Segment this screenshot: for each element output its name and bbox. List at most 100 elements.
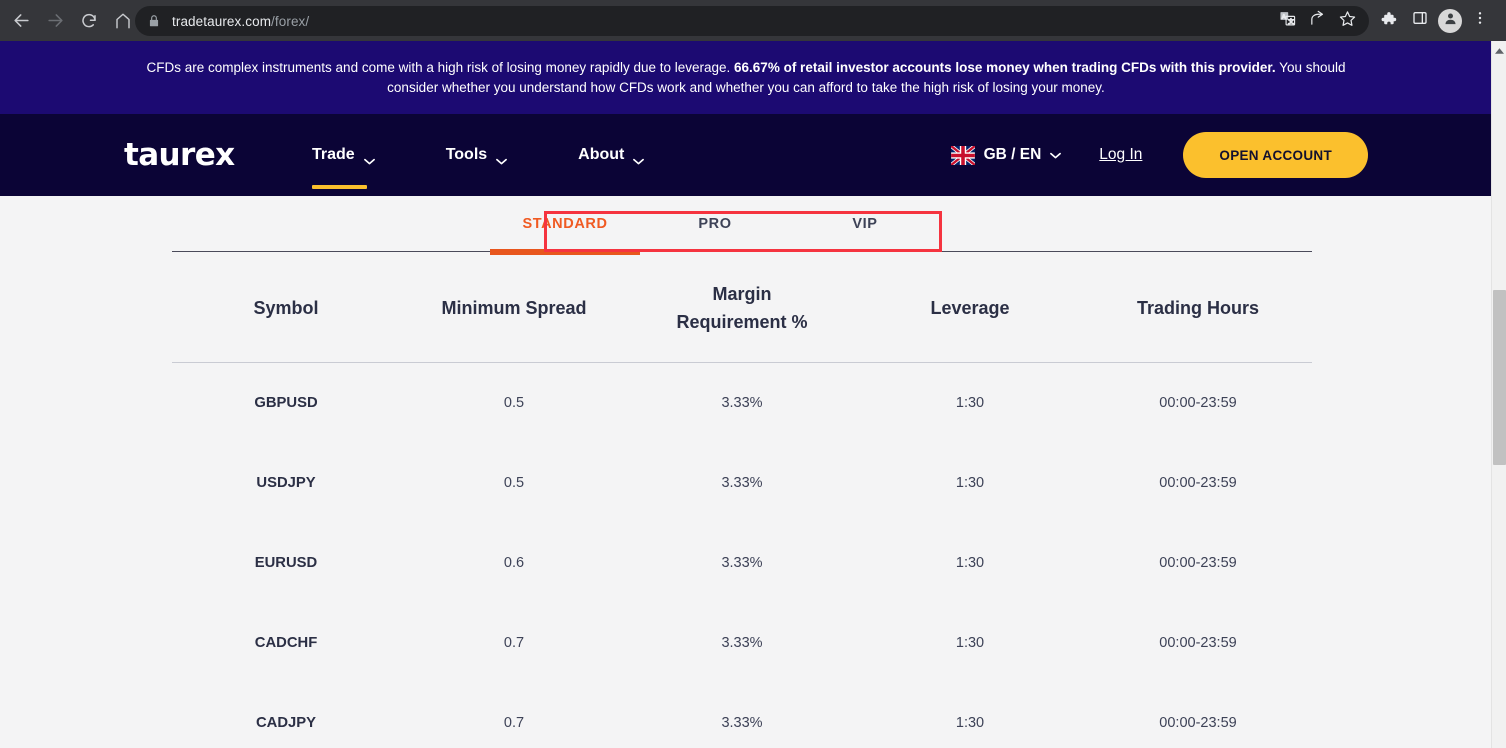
nav-item-tools-label: Tools [445, 146, 488, 163]
svg-text:文: 文 [1288, 17, 1294, 25]
url-domain: tradetaurex.com [172, 13, 272, 29]
cell-min-spread: 0.5 [503, 394, 525, 411]
chevron-down-icon [363, 152, 375, 164]
nav-item-about[interactable]: About [578, 114, 662, 196]
cell-symbol: EURUSD [254, 554, 318, 571]
page-content: STANDARD PRO VIP Symbol Minimum Spread M… [0, 196, 1492, 748]
page-scrollbar[interactable] [1491, 41, 1506, 748]
reload-icon [80, 12, 98, 30]
svg-text:A: A [1281, 15, 1285, 21]
browser-toolbar: tradetaurex.com/forex/ A文 [0, 0, 1506, 41]
forward-button[interactable] [38, 4, 72, 38]
cell-leverage: 1:30 [955, 634, 985, 651]
table-head: Symbol Minimum Spread Margin Requirement … [172, 252, 1312, 363]
site-logo[interactable]: taurex [124, 137, 235, 173]
url-path: /forex/ [271, 13, 310, 29]
col-header-trading-hours: Trading Hours [1084, 252, 1312, 363]
lock-icon [147, 14, 161, 28]
address-bar[interactable]: tradetaurex.com/forex/ A文 [135, 6, 1369, 36]
back-arrow-icon [12, 11, 31, 30]
table-row: CADCHF 0.7 3.33% 1:30 00:00-23:59 [172, 603, 1312, 683]
risk-disclaimer-banner: CFDs are complex instruments and come wi… [0, 41, 1492, 114]
risk-disclaimer-text: CFDs are complex instruments and come wi… [120, 58, 1372, 98]
nav-item-about-label: About [578, 146, 625, 163]
table-header-row: Symbol Minimum Spread Margin Requirement … [172, 252, 1312, 363]
account-tabs-wrap: STANDARD PRO VIP [0, 196, 1492, 255]
cell-leverage: 1:30 [955, 394, 985, 411]
browser-toolbar-right [1374, 0, 1494, 41]
tab-pro[interactable]: PRO [640, 196, 790, 252]
translate-icon: A文 [1279, 10, 1296, 32]
back-button[interactable] [4, 4, 38, 38]
cell-min-spread: 0.5 [503, 474, 525, 491]
url-text: tradetaurex.com/forex/ [172, 14, 309, 29]
cell-trading-hours: 00:00-23:59 [1159, 554, 1237, 571]
cell-min-spread: 0.7 [503, 714, 525, 731]
profile-button[interactable] [1438, 8, 1462, 33]
bookmark-star-icon [1339, 10, 1356, 32]
forward-arrow-icon [46, 11, 65, 30]
chevron-down-icon [496, 152, 508, 164]
side-panel-button[interactable] [1406, 7, 1434, 35]
cell-symbol: GBPUSD [254, 394, 318, 411]
risk-text-part1: CFDs are complex instruments and come wi… [146, 59, 735, 75]
cell-leverage: 1:30 [955, 554, 985, 571]
col-header-margin-requirement: Margin Requirement % [628, 252, 856, 363]
nav-item-tools[interactable]: Tools [446, 114, 525, 196]
uk-flag-icon [949, 143, 976, 167]
extensions-puzzle-icon [1380, 10, 1397, 32]
table-row: CADJPY 0.7 3.33% 1:30 00:00-23:59 [172, 683, 1312, 748]
cell-trading-hours: 00:00-23:59 [1159, 394, 1237, 411]
account-type-tabs: STANDARD PRO VIP [490, 196, 940, 255]
forex-rates-table: Symbol Minimum Spread Margin Requirement … [172, 252, 1312, 748]
col-header-symbol: Symbol [172, 252, 400, 363]
risk-text-bold: 66.67% of retail investor accounts lose … [734, 59, 1276, 75]
chrome-menu-button[interactable] [1466, 7, 1494, 35]
locale-selector[interactable]: GB / EN [949, 143, 1062, 167]
tab-standard[interactable]: STANDARD [490, 196, 640, 255]
reload-button[interactable] [72, 4, 106, 38]
omnibox-actions: A文 [1273, 6, 1369, 36]
locale-label: GB / EN [983, 146, 1042, 163]
cell-min-spread: 0.6 [503, 554, 525, 571]
cell-trading-hours: 00:00-23:59 [1159, 634, 1237, 651]
scrollbar-up-arrow[interactable] [1492, 43, 1506, 56]
chevron-down-icon [1050, 146, 1062, 164]
chevron-down-icon [633, 152, 645, 164]
nav-right-group: GB / EN Log In OPEN ACCOUNT [949, 132, 1368, 178]
share-button[interactable] [1303, 7, 1331, 35]
tab-vip[interactable]: VIP [790, 196, 940, 252]
bookmark-button[interactable] [1333, 7, 1361, 35]
chevron-up-icon [1495, 41, 1504, 59]
primary-nav: Trade Tools About [312, 114, 715, 196]
col-header-leverage: Leverage [856, 252, 1084, 363]
translate-button[interactable]: A文 [1273, 7, 1301, 35]
cell-margin-requirement: 3.33% [721, 554, 763, 571]
three-dot-menu-icon [1472, 10, 1488, 31]
table-body: GBPUSD 0.5 3.33% 1:30 00:00-23:59 USDJPY… [172, 363, 1312, 748]
cell-margin-requirement: 3.33% [721, 474, 763, 491]
browser-nav-buttons [0, 4, 140, 38]
scrollbar-thumb[interactable] [1493, 290, 1506, 465]
cell-margin-requirement: 3.33% [721, 394, 763, 411]
profile-avatar-icon [1443, 11, 1458, 31]
open-account-button[interactable]: OPEN ACCOUNT [1183, 132, 1368, 178]
page-viewport: CFDs are complex instruments and come wi… [0, 41, 1506, 748]
cell-symbol: USDJPY [256, 474, 316, 491]
table-row: EURUSD 0.6 3.33% 1:30 00:00-23:59 [172, 523, 1312, 603]
login-link[interactable]: Log In [1099, 146, 1142, 164]
table-row: GBPUSD 0.5 3.33% 1:30 00:00-23:59 [172, 363, 1312, 443]
col-header-margin-line2: Requirement % [676, 312, 808, 332]
cell-trading-hours: 00:00-23:59 [1159, 714, 1237, 731]
cell-min-spread: 0.7 [503, 634, 525, 651]
share-icon [1309, 10, 1326, 32]
nav-item-trade[interactable]: Trade [312, 114, 393, 196]
col-header-margin-line1: Margin [712, 284, 772, 304]
side-panel-icon [1412, 10, 1428, 31]
site-navbar: taurex Trade Tools About GB / EN Log In … [0, 114, 1492, 196]
cell-symbol: CADCHF [254, 634, 318, 651]
home-icon [114, 12, 132, 30]
extensions-button[interactable] [1374, 7, 1402, 35]
nav-item-trade-label: Trade [312, 146, 355, 163]
cell-margin-requirement: 3.33% [721, 714, 763, 731]
